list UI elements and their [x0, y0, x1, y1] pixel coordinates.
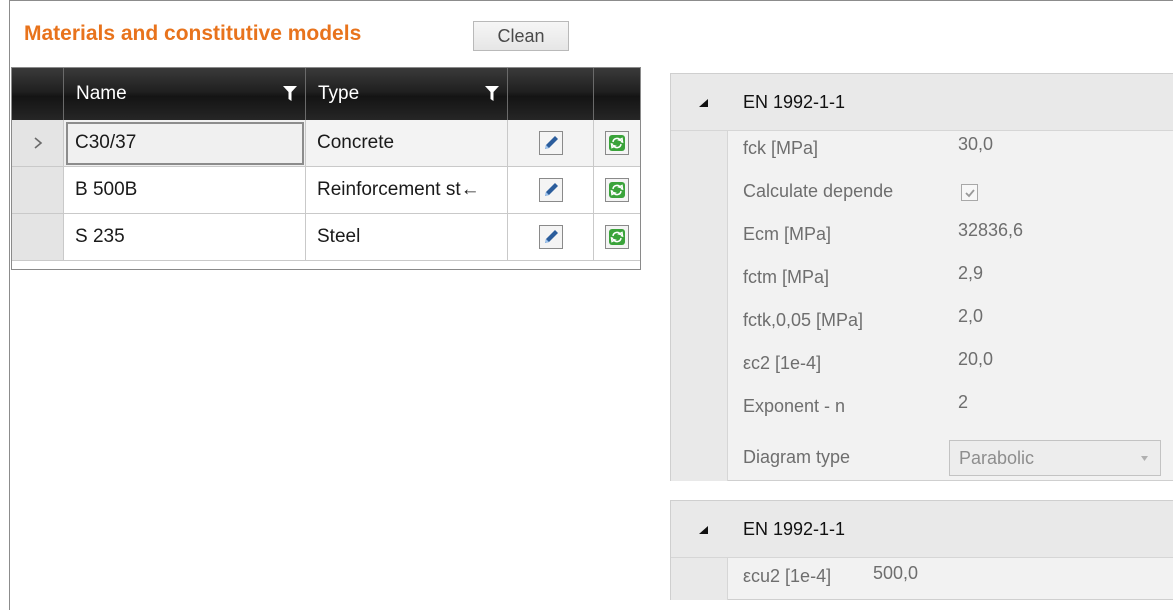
prop-label-fck: fck [MPa] — [743, 138, 819, 158]
prop-label-epsilon-c2: εc2 [1e-4] — [743, 353, 822, 373]
refresh-icon — [609, 135, 625, 151]
row-selector[interactable] — [12, 167, 64, 214]
row-selector[interactable] — [12, 120, 64, 167]
panel-header[interactable]: EN 1992-1-1 — [671, 74, 1173, 131]
cell-edit — [508, 120, 594, 167]
edit-button[interactable] — [538, 178, 563, 202]
cell-refresh — [594, 214, 640, 261]
cell-type[interactable]: Steel — [306, 214, 508, 261]
prop-label-fctk: fctk,0,05 [MPa] — [743, 310, 864, 330]
cell-edit — [508, 214, 594, 261]
panel-gutter — [671, 131, 728, 481]
prop-label-fctm: fctm [MPa] — [743, 267, 830, 287]
prop-value-fctk: 2,0 — [958, 306, 984, 326]
chevron-right-icon — [33, 137, 42, 149]
prop-value-epsilon-cu2: 500,0 — [873, 563, 919, 583]
refresh-button[interactable] — [605, 225, 629, 249]
refresh-button[interactable] — [605, 178, 629, 202]
prop-label-exponent-n: Exponent - n — [743, 396, 846, 416]
cell-refresh — [594, 167, 640, 214]
cell-type[interactable]: Concrete — [306, 120, 508, 167]
chevron-down-icon — [1141, 456, 1148, 461]
checkmark-icon — [964, 188, 975, 197]
prop-label-epsilon-cu2: εcu2 [1e-4] — [743, 566, 832, 586]
column-header-name[interactable]: Name — [64, 68, 306, 120]
header-selector-column — [12, 68, 64, 120]
prop-value-fctm: 2,9 — [958, 263, 984, 283]
diagram-type-value: Parabolic — [959, 447, 1035, 468]
refresh-icon — [609, 229, 625, 245]
prop-label-diagram-type: Diagram type — [743, 447, 851, 467]
filter-icon[interactable] — [485, 86, 499, 102]
refresh-button[interactable] — [605, 131, 629, 155]
prop-value-epsilon-c2: 20,0 — [958, 349, 994, 369]
prop-label-ecm: Ecm [MPa] — [743, 224, 832, 244]
collapse-triangle-icon[interactable] — [699, 99, 708, 107]
page-title: Materials and constitutive models — [24, 22, 362, 45]
prop-value-fck: 30,0 — [958, 134, 994, 154]
reinforcement-properties-panel: EN 1992-1-1 εcu2 [1e-4] 500,0 — [670, 500, 1173, 600]
prop-value-exponent-n: 2 — [958, 392, 969, 412]
edit-pencil-icon — [544, 136, 558, 149]
column-header-refresh — [594, 68, 640, 120]
panel-title: EN 1992-1-1 — [743, 518, 846, 539]
cell-name[interactable]: B 500B — [64, 167, 306, 214]
cell-name[interactable]: C30/37 — [64, 120, 306, 167]
edit-pencil-icon — [544, 183, 558, 196]
concrete-properties-panel: EN 1992-1-1 fck [MPa] 30,0 Calculate dep… — [670, 73, 1173, 481]
panel-title: EN 1992-1-1 — [743, 91, 846, 112]
panel-header[interactable]: EN 1992-1-1 — [671, 501, 1173, 558]
diagram-type-select[interactable]: Parabolic — [949, 440, 1161, 476]
window-top-border — [9, 0, 1173, 1]
edit-button[interactable] — [538, 225, 563, 249]
table-row[interactable]: C30/37 Concrete — [12, 120, 640, 167]
grid-header: Name Type — [12, 68, 640, 120]
edit-pencil-icon — [544, 230, 558, 243]
column-header-type-label: Type — [318, 83, 360, 104]
window-left-border — [9, 0, 10, 610]
clean-button[interactable]: Clean — [473, 21, 569, 51]
collapse-triangle-icon[interactable] — [699, 526, 708, 534]
prop-label-calculate-dependent: Calculate depende — [743, 181, 894, 201]
calculate-dependent-checkbox[interactable] — [961, 184, 978, 201]
refresh-icon — [609, 182, 625, 198]
edit-button[interactable] — [538, 131, 563, 155]
table-row[interactable]: B 500B Reinforcement st← — [12, 167, 640, 214]
cell-refresh — [594, 120, 640, 167]
table-row[interactable]: S 235 Steel — [12, 214, 640, 261]
column-header-name-label: Name — [76, 83, 127, 104]
materials-grid: Name Type C30/37 Concrete B 500B Reinfor… — [11, 67, 641, 270]
prop-value-ecm: 32836,6 — [958, 220, 1024, 240]
panel-gutter — [671, 558, 728, 600]
row-selector[interactable] — [12, 214, 64, 261]
filter-icon[interactable] — [283, 86, 297, 102]
cell-type[interactable]: Reinforcement st← — [306, 167, 508, 214]
cell-edit — [508, 167, 594, 214]
column-header-edit — [508, 68, 594, 120]
cell-name[interactable]: S 235 — [64, 214, 306, 261]
column-header-type[interactable]: Type — [306, 68, 508, 120]
